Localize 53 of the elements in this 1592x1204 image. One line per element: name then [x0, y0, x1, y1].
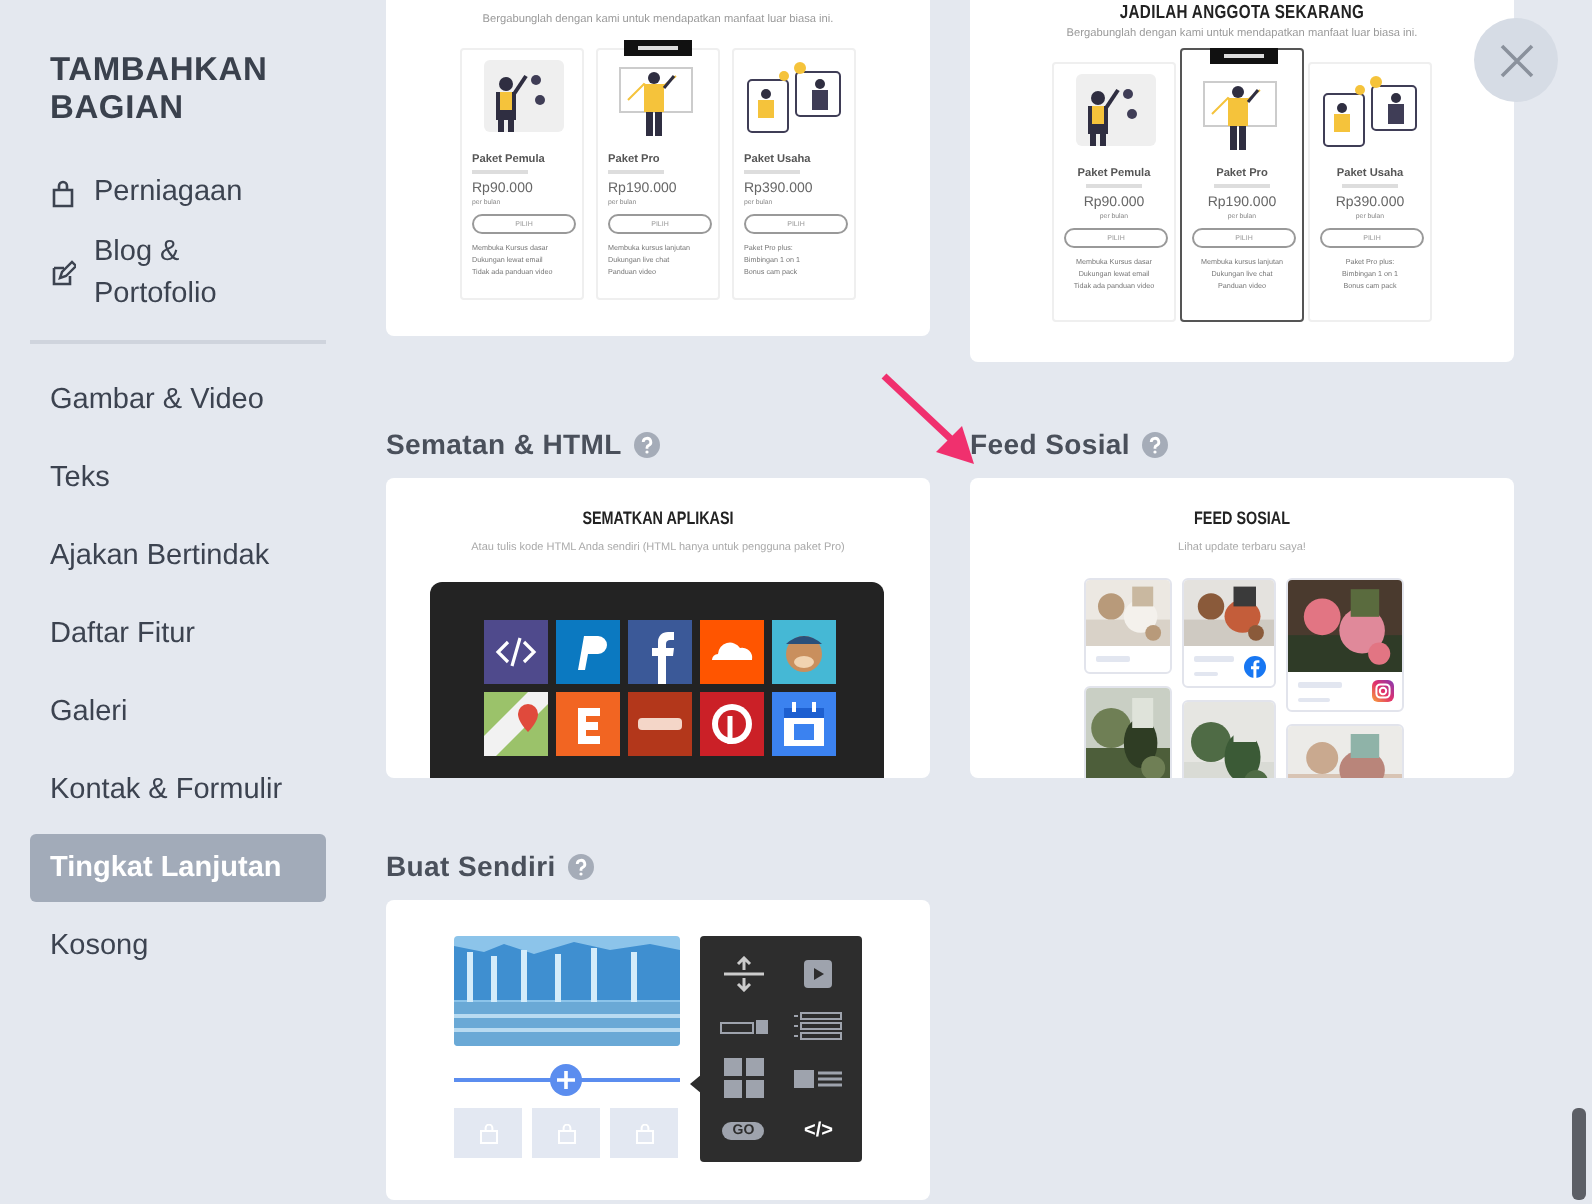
sidebar-item[interactable]: Teks	[30, 444, 326, 512]
bag-icon	[50, 179, 76, 207]
sidebar-link[interactable]: Blog & Portofolio	[94, 232, 274, 316]
app-icon	[484, 692, 548, 756]
sidebar-item[interactable]: Gambar & Video	[30, 366, 326, 434]
illustration-drawing	[744, 60, 844, 136]
section-title: Buat Sendiri	[386, 850, 556, 882]
bag-icon	[635, 1123, 653, 1143]
list-icon	[794, 1012, 843, 1040]
sidebar-item[interactable]: Ajakan Bertindak	[30, 522, 326, 590]
bag-icon	[557, 1123, 575, 1143]
image-text-icon	[794, 1069, 843, 1087]
add-icon	[550, 1064, 582, 1096]
bag-icon	[479, 1123, 497, 1143]
app-icon	[556, 620, 620, 684]
help-icon	[1142, 432, 1169, 458]
panel-pointer-icon	[690, 1074, 702, 1094]
app-icon	[772, 620, 836, 684]
preview-heading: FEED SOSIAL	[1191, 508, 1292, 528]
button-icon	[719, 1017, 768, 1035]
app-icon	[772, 692, 836, 756]
pointer-arrow	[881, 373, 974, 464]
video-icon	[804, 960, 833, 988]
sidebar-item[interactable]: Kontak & Formulir	[30, 756, 326, 824]
close-button[interactable]	[1474, 18, 1558, 102]
help-icon	[633, 432, 660, 458]
sidebar-item[interactable]: Kosong	[30, 912, 326, 980]
gallery-icon	[723, 1058, 764, 1098]
app-icon	[628, 692, 692, 756]
section-title: Sematan & HTML	[386, 428, 622, 460]
help-icon	[567, 854, 594, 880]
panel-title: TAMBAHKAN BAGIAN	[50, 52, 270, 128]
app-icon	[628, 620, 692, 684]
facebook-icon	[1244, 656, 1266, 678]
preview-card[interactable]	[970, 0, 1514, 362]
app-icon	[556, 692, 620, 756]
app-icon	[700, 692, 764, 756]
preview-heading: JADILAH ANGGOTA SEKARANG	[1117, 2, 1367, 24]
close-icon	[1499, 43, 1533, 77]
preview-heading: SEMATKAN APLIKASI	[580, 508, 736, 528]
section-title: Feed Sosial	[970, 428, 1131, 460]
scrollbar-thumb[interactable]	[1572, 1108, 1586, 1200]
app-icon	[700, 620, 764, 684]
code-label: </>	[804, 1119, 833, 1141]
preview-card[interactable]	[386, 0, 930, 336]
spacing-icon	[719, 956, 768, 992]
edit-icon	[50, 260, 76, 288]
sidebar-link[interactable]: Perniagaan	[94, 172, 274, 214]
sidebar-item[interactable]: Galeri	[30, 678, 326, 746]
sidebar-item[interactable]: Daftar Fitur	[30, 600, 326, 668]
app-icon	[484, 620, 548, 684]
instagram-icon	[1372, 680, 1394, 702]
illustration-drawing	[1320, 74, 1420, 150]
